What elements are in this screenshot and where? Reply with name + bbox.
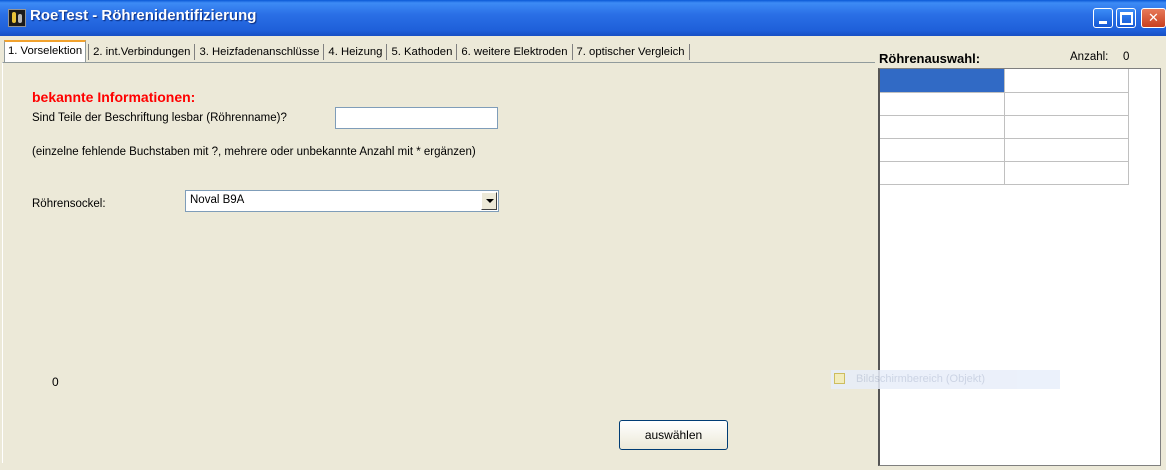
close-button[interactable]: ✕ [1141, 8, 1166, 28]
tab-optischer-vergleich[interactable]: 7. optischer Vergleich [575, 42, 687, 62]
screen-area-overlay: Bildschirmbereich (Objekt) [831, 370, 1060, 389]
socket-select[interactable]: Noval B9A [185, 190, 499, 212]
table-cell[interactable] [1004, 161, 1129, 185]
socket-select-value: Noval B9A [190, 194, 245, 206]
close-icon: ✕ [1148, 10, 1159, 26]
table-cell[interactable] [1004, 138, 1129, 162]
overlay-text: Bildschirmbereich (Objekt) [856, 373, 985, 385]
tab-separator [323, 44, 325, 60]
minimize-icon [1099, 20, 1107, 24]
tab-heizfadenanschluesse[interactable]: 3. Heizfadenanschlüsse [197, 42, 321, 62]
tab-separator [456, 44, 458, 60]
table-cell[interactable] [880, 69, 1005, 93]
tab-heizung[interactable]: 4. Heizung [326, 42, 384, 62]
table-cell[interactable] [880, 92, 1005, 116]
maximize-button[interactable] [1116, 8, 1136, 28]
table-cell[interactable] [1004, 69, 1129, 93]
selection-title: Röhrenauswahl: [879, 51, 981, 66]
table-row[interactable] [880, 138, 1129, 162]
table-cell[interactable] [880, 161, 1005, 185]
tube-name-input[interactable] [335, 107, 498, 129]
section-heading: bekannte Informationen: [32, 89, 196, 105]
minimize-button[interactable] [1093, 8, 1113, 28]
table-cell[interactable] [1004, 92, 1129, 116]
name-label: Sind Teile der Beschriftung lesbar (Röhr… [32, 112, 287, 124]
tab-int-verbindungen[interactable]: 2. int.Verbindungen [91, 42, 192, 62]
table-cell[interactable] [880, 115, 1005, 139]
table-row[interactable] [880, 69, 1129, 93]
tab-separator [194, 44, 196, 60]
tab-separator [386, 44, 388, 60]
tab-separator [688, 44, 690, 60]
count-label: Anzahl: [1070, 51, 1109, 63]
window-title: RoeTest - Röhrenidentifizierung [30, 7, 257, 24]
tab-separator [571, 44, 573, 60]
table-cell[interactable] [880, 138, 1005, 162]
select-button[interactable]: auswählen [619, 420, 728, 450]
tab-vorselektion[interactable]: 1. Vorselektion [4, 40, 87, 63]
count-value: 0 [1123, 51, 1130, 63]
tab-weitere-elektroden[interactable]: 6. weitere Elektroden [459, 42, 569, 62]
counter-value: 0 [52, 375, 59, 389]
app-icon [8, 9, 26, 27]
title-bar[interactable]: RoeTest - Röhrenidentifizierung ✕ [0, 0, 1166, 36]
chevron-down-icon[interactable] [481, 192, 497, 210]
tab-separator [88, 44, 90, 60]
selection-table [880, 69, 1129, 185]
table-row[interactable] [880, 115, 1129, 139]
table-row[interactable] [880, 161, 1129, 185]
wildcard-hint: (einzelne fehlende Buchstaben mit ?, meh… [32, 146, 476, 158]
socket-label: Röhrensockel: [32, 198, 106, 210]
tab-kathoden[interactable]: 5. Kathoden [389, 42, 454, 62]
object-icon [834, 373, 845, 384]
selection-grid[interactable] [878, 68, 1161, 466]
maximize-icon [1119, 11, 1133, 25]
table-row[interactable] [880, 92, 1129, 116]
table-cell[interactable] [1004, 115, 1129, 139]
tab-strip: 1. Vorselektion 2. int.Verbindungen 3. Hei… [4, 40, 692, 63]
